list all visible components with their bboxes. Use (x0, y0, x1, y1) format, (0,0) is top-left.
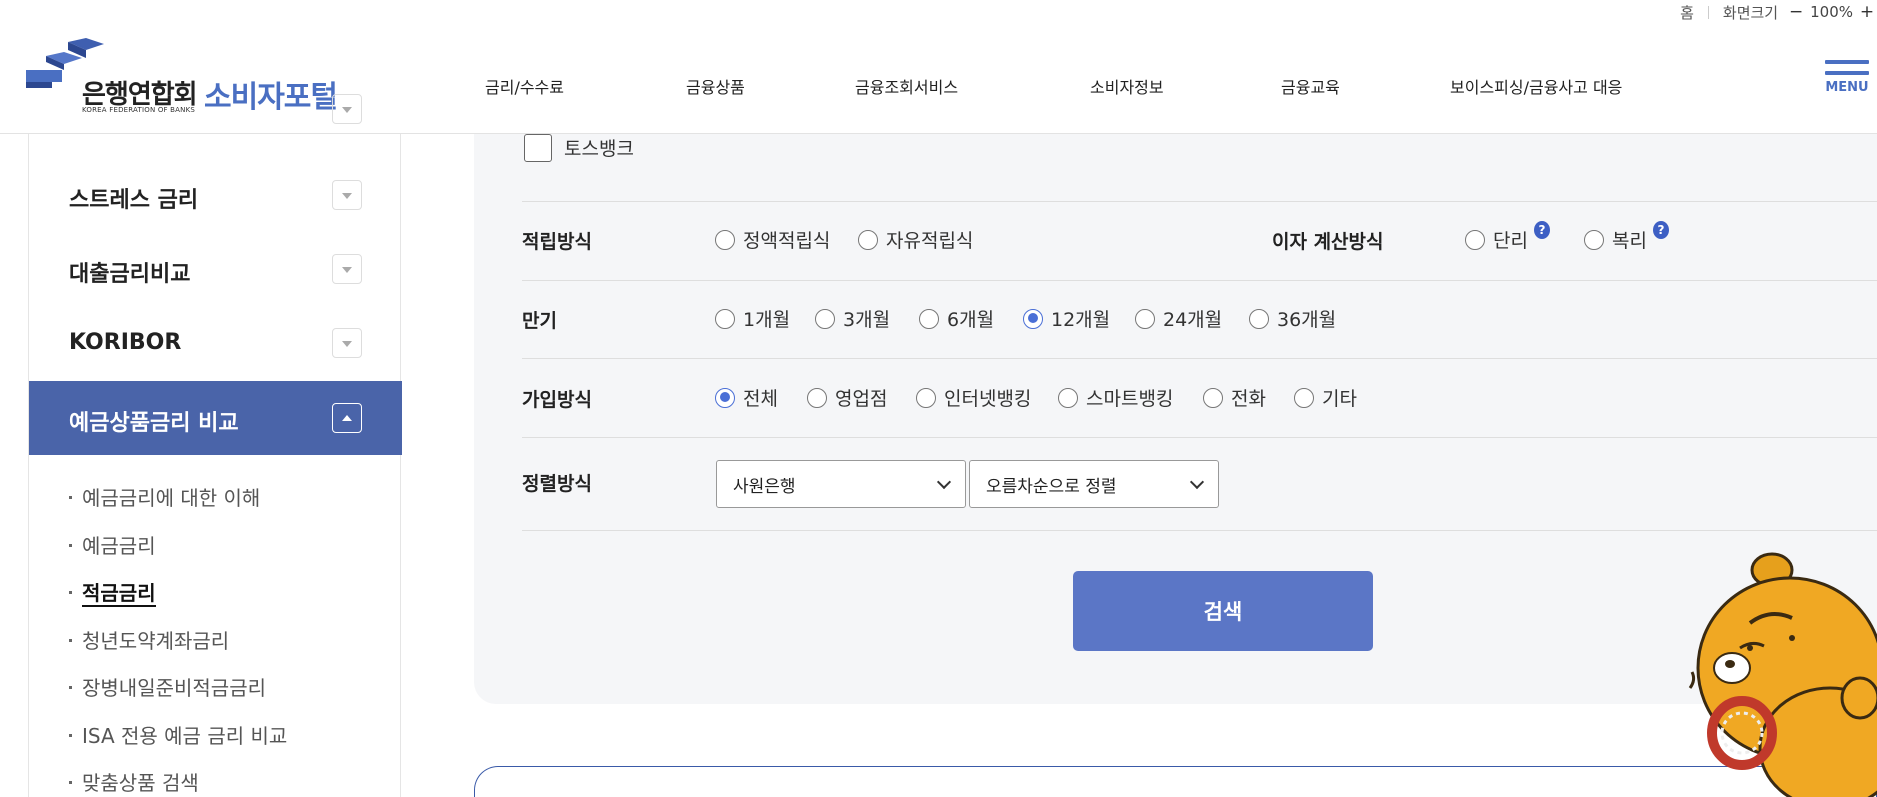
radio-join-all[interactable]: 전체 (715, 384, 778, 411)
utility-bar: 홈 화면크기 − 100% + (1680, 0, 1877, 24)
chevron-down-icon (332, 328, 362, 358)
radio-free-saving[interactable]: 자유적립식 (858, 226, 973, 253)
sidebar-item-deposit-rate[interactable]: 예금상품금리 비교 (29, 381, 402, 455)
radio-icon (916, 387, 936, 408)
radio-icon (715, 308, 735, 329)
zoom-value: 100% (1810, 3, 1853, 21)
results-container (474, 766, 1877, 797)
radio-term-12m[interactable]: 12개월 (1023, 305, 1110, 332)
radio-icon (1465, 229, 1485, 250)
submenu-item[interactable]: 예금금리에 대한 이해 (69, 482, 260, 511)
submenu-item[interactable]: ISA 전용 예금 금리 비교 (69, 720, 287, 749)
radio-icon (1135, 308, 1155, 329)
menu-icon (1825, 60, 1869, 64)
term-label: 만기 (522, 310, 557, 332)
radio-join-internet[interactable]: 인터넷뱅킹 (916, 384, 1031, 411)
nav-financial-education[interactable]: 금융교육 (1281, 74, 1340, 98)
nav-financial-products[interactable]: 금융상품 (686, 74, 745, 98)
sort-label: 정렬방식 (522, 473, 592, 495)
radio-compound-interest[interactable]: 복리? (1584, 220, 1669, 253)
sidebar-item-loan-rate[interactable]: 대출금리비교 (29, 232, 402, 306)
radio-term-1m[interactable]: 1개월 (715, 305, 790, 332)
divider (522, 437, 1877, 438)
chevron-up-icon (332, 403, 362, 433)
menu-label: MENU (1825, 80, 1869, 95)
chevron-down-icon (1189, 474, 1205, 490)
submenu-item[interactable]: 예금금리 (69, 530, 156, 559)
home-link[interactable]: 홈 (1680, 2, 1694, 23)
submenu-item[interactable]: 장병내일준비적금금리 (69, 672, 266, 701)
chevron-down-icon (936, 474, 952, 490)
divider (1707, 5, 1709, 19)
nav-inquiry-service[interactable]: 금융조회서비스 (855, 74, 958, 98)
page: 은행연합회 KOREA FEDERATION OF BANKS 소비자포털 금리… (0, 0, 1877, 797)
sidebar-item-koribor[interactable]: KORIBOR (29, 306, 402, 380)
chevron-down-icon (332, 180, 362, 210)
sidebar-item-label: 예금상품금리 비교 (69, 411, 239, 436)
submenu-item-current[interactable]: 적금금리 (69, 577, 156, 607)
nav-consumer-info[interactable]: 소비자정보 (1090, 74, 1164, 98)
help-icon[interactable]: ? (1652, 220, 1669, 239)
submenu-item[interactable]: 청년도약계좌금리 (69, 625, 229, 654)
join-method-label: 가입방식 (522, 389, 592, 411)
radio-join-etc[interactable]: 기타 (1294, 384, 1357, 411)
search-panel: 토스뱅크 적립방식 정액적립식 자유적립식 이자 계산방식 단리? 복리? 만기… (474, 134, 1877, 704)
sidebar-item-label: 스트레스 금리 (69, 188, 199, 213)
radio-icon (815, 308, 835, 329)
divider (522, 201, 1877, 202)
bank-checkbox[interactable] (524, 134, 552, 162)
divider (522, 358, 1877, 359)
radio-selected-icon (1023, 308, 1043, 329)
radio-icon (1203, 387, 1223, 408)
mascot-character-icon (1688, 552, 1877, 797)
radio-join-smart[interactable]: 스마트뱅킹 (1058, 384, 1173, 411)
help-icon[interactable]: ? (1533, 220, 1550, 239)
radio-fixed-saving[interactable]: 정액적립식 (715, 226, 830, 253)
radio-icon (715, 229, 735, 250)
radio-icon (807, 387, 827, 408)
sidebar-item-previous[interactable] (29, 94, 402, 168)
radio-icon (1584, 229, 1604, 250)
radio-icon (919, 308, 939, 329)
radio-term-24m[interactable]: 24개월 (1135, 305, 1222, 332)
submenu-item[interactable]: 맞춤상품 검색 (69, 767, 199, 796)
menu-button[interactable]: MENU (1825, 60, 1869, 95)
divider (522, 530, 1877, 531)
divider (522, 280, 1877, 281)
saving-method-label: 적립방식 (522, 231, 592, 253)
radio-term-36m[interactable]: 36개월 (1249, 305, 1336, 332)
search-button[interactable]: 검색 (1073, 571, 1373, 651)
zoom-out-button[interactable]: − (1786, 2, 1806, 22)
radio-icon (1294, 387, 1314, 408)
chevron-down-icon (332, 254, 362, 284)
nav-rate-fee[interactable]: 금리/수수료 (485, 74, 564, 98)
radio-join-phone[interactable]: 전화 (1203, 384, 1266, 411)
radio-simple-interest[interactable]: 단리? (1465, 220, 1550, 253)
radio-icon (858, 229, 878, 250)
sidebar-item-label: KORIBOR (69, 330, 182, 355)
bank-checkbox-label: 토스뱅크 (564, 138, 634, 160)
chevron-down-icon (332, 94, 362, 124)
sidebar-item-label: 대출금리비교 (69, 262, 191, 287)
radio-icon (1058, 387, 1078, 408)
sidebar-item-stress-rate[interactable]: 스트레스 금리 (29, 158, 402, 232)
radio-selected-icon (715, 387, 735, 408)
radio-term-6m[interactable]: 6개월 (919, 305, 994, 332)
nav-voice-phishing[interactable]: 보이스피싱/금융사고 대응 (1450, 74, 1622, 98)
radio-icon (1249, 308, 1269, 329)
radio-join-branch[interactable]: 영업점 (807, 384, 887, 411)
sidebar: 스트레스 금리 대출금리비교 KORIBOR 예금상품금리 비교 예금금리에 대… (28, 94, 402, 797)
sort-field-select[interactable]: 사원은행 (716, 460, 966, 508)
interest-method-label: 이자 계산방식 (1272, 231, 1384, 253)
zoom-in-button[interactable]: + (1857, 2, 1877, 22)
sort-order-select[interactable]: 오름차순으로 정렬 (969, 460, 1219, 508)
zoom-label: 화면크기 (1722, 3, 1779, 22)
radio-term-3m[interactable]: 3개월 (815, 305, 890, 332)
